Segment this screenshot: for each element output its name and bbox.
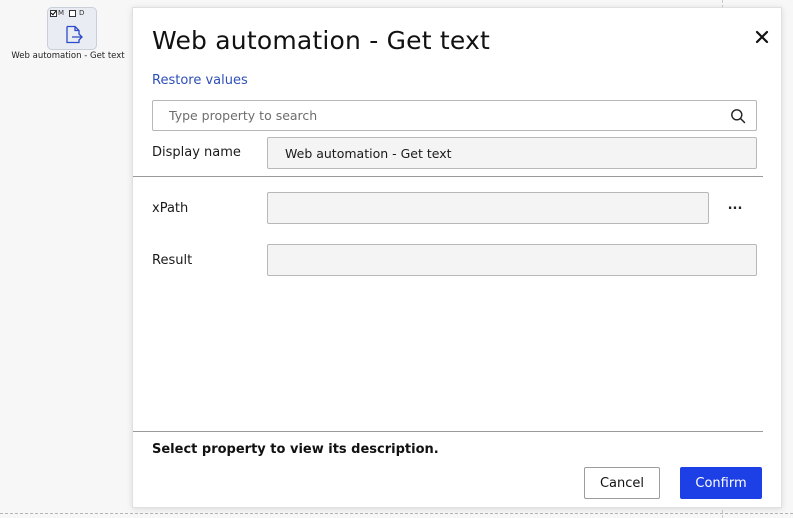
property-search-input[interactable] xyxy=(153,101,723,130)
property-description: Select property to view its description. xyxy=(152,442,439,457)
display-name-field[interactable] xyxy=(267,137,757,169)
display-name-label: Display name xyxy=(152,145,241,160)
flag-m-checkbox[interactable] xyxy=(50,9,57,17)
activity-node-box[interactable]: M D xyxy=(47,7,97,50)
header-divider xyxy=(133,176,763,177)
description-divider xyxy=(133,431,763,432)
flag-d-label: D xyxy=(79,9,85,17)
restore-values-link[interactable]: Restore values xyxy=(152,73,248,88)
result-field[interactable] xyxy=(267,244,757,276)
close-button[interactable] xyxy=(753,28,771,46)
cancel-button[interactable]: Cancel xyxy=(584,467,660,499)
property-search[interactable] xyxy=(152,100,757,131)
close-icon xyxy=(755,30,769,44)
flag-d-checkbox[interactable] xyxy=(69,9,77,17)
flag-m-label: M xyxy=(58,9,65,17)
xpath-more-button[interactable]: ... xyxy=(723,199,747,217)
activity-node-label: Web automation - Get text xyxy=(11,51,125,61)
dialog-title: Web automation - Get text xyxy=(152,26,491,55)
node-flags: M D xyxy=(50,9,84,17)
search-icon[interactable] xyxy=(730,108,746,128)
canvas-guide-horizontal xyxy=(0,513,793,514)
result-label: Result xyxy=(152,253,193,268)
confirm-button[interactable]: Confirm xyxy=(680,467,762,499)
xpath-field[interactable] xyxy=(267,192,709,224)
document-export-icon xyxy=(64,25,84,49)
properties-dialog: Web automation - Get text Restore values… xyxy=(132,7,782,508)
xpath-label: xPath xyxy=(152,201,189,216)
